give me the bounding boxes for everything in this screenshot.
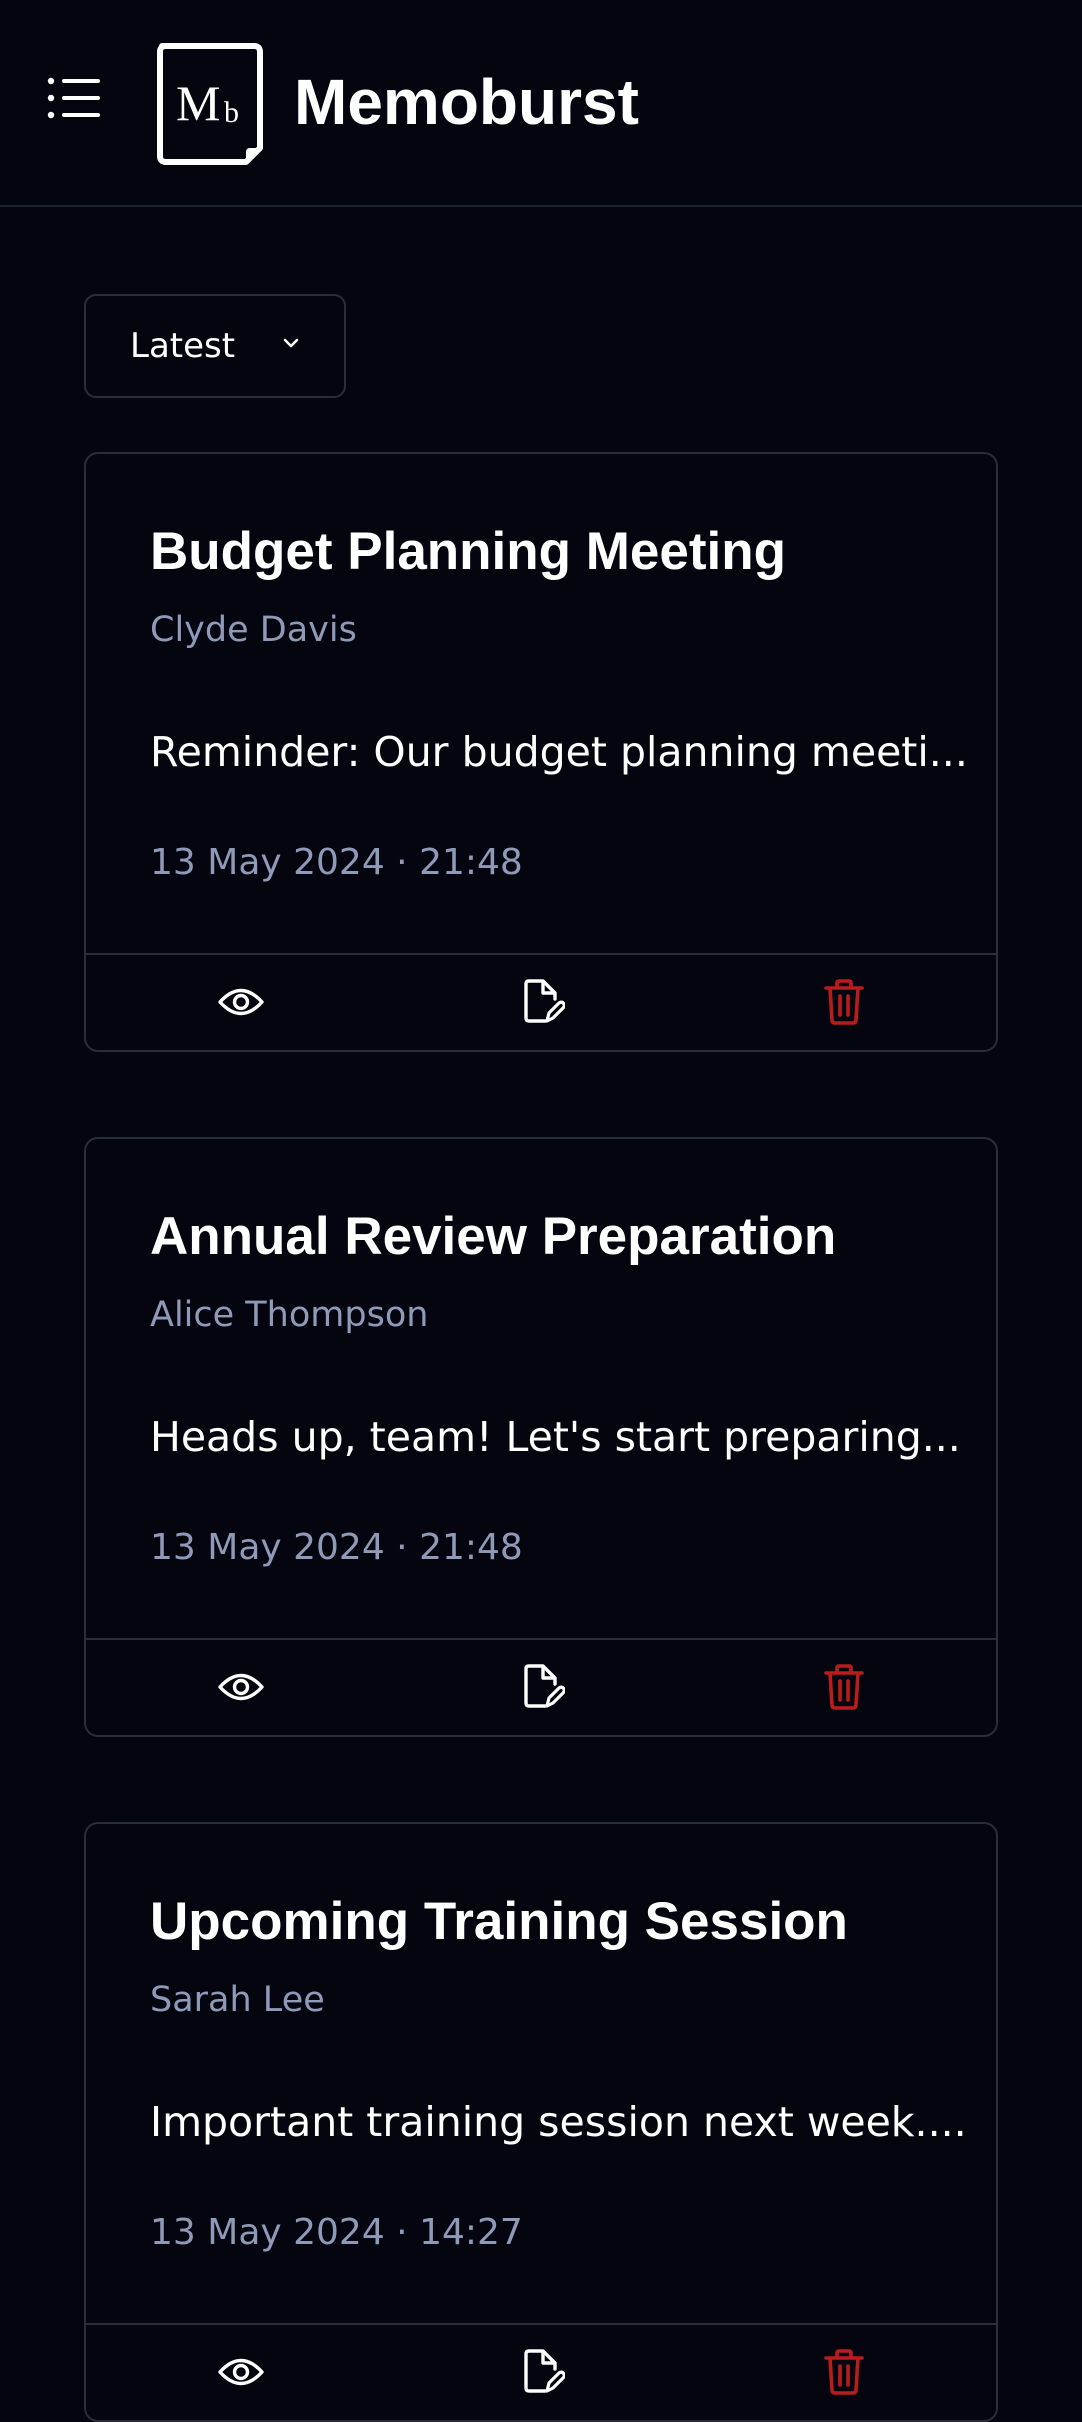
eye-icon [218,2358,264,2386]
delete-memo-button[interactable] [819,977,869,1027]
app-logo[interactable]: M b [156,42,264,166]
memo-card[interactable]: Budget Planning Meeting Clyde Davis Remi… [84,452,998,1052]
eye-icon [218,1673,264,1701]
memo-date: 13 May 2024 · 21:48 [150,1527,523,1568]
edit-document-icon [524,2349,565,2393]
edit-document-icon [524,1664,565,1708]
memo-title: Annual Review Preparation [150,1207,837,1266]
view-memo-button[interactable] [216,1662,266,1712]
memo-title: Budget Planning Meeting [150,522,786,581]
view-memo-button[interactable] [216,977,266,1027]
svg-text:M: M [176,75,220,131]
memo-card[interactable]: Upcoming Training Session Sarah Lee Impo… [84,1822,998,2422]
view-memo-button[interactable] [216,2347,266,2397]
menu-list-icon [47,77,100,119]
edit-document-icon [524,979,565,1023]
app-title: Memoburst [294,66,639,138]
sort-dropdown[interactable]: Latest [84,294,346,398]
chevron-down-icon [283,338,299,348]
edit-memo-button[interactable] [519,1662,569,1712]
memo-actions [86,2323,996,2420]
memo-actions [86,953,996,1050]
top-app-bar: M b Memoburst [0,0,1082,207]
delete-memo-button[interactable] [819,2347,869,2397]
trash-icon [824,979,864,1025]
memo-author: Alice Thompson [150,1295,429,1335]
memo-excerpt: Important training session next week.... [150,2098,967,2146]
memo-card[interactable]: Annual Review Preparation Alice Thompson… [84,1137,998,1737]
delete-memo-button[interactable] [819,1662,869,1712]
memo-excerpt: Reminder: Our budget planning meeti... [150,728,968,776]
memoburst-logo-icon: M b [157,43,263,165]
trash-icon [824,1664,864,1710]
memo-date: 13 May 2024 · 21:48 [150,842,523,883]
eye-icon [218,988,264,1016]
memo-excerpt: Heads up, team! Let's start preparing... [150,1413,961,1461]
memo-author: Clyde Davis [150,610,357,650]
edit-memo-button[interactable] [519,2347,569,2397]
menu-button[interactable] [44,70,104,126]
svg-text:b: b [224,96,239,129]
memo-author: Sarah Lee [150,1980,325,2020]
memo-title: Upcoming Training Session [150,1892,848,1951]
sort-selected-label: Latest [130,326,236,366]
memo-actions [86,1638,996,1735]
trash-icon [824,2349,864,2395]
edit-memo-button[interactable] [519,977,569,1027]
memo-date: 13 May 2024 · 14:27 [150,2212,523,2253]
